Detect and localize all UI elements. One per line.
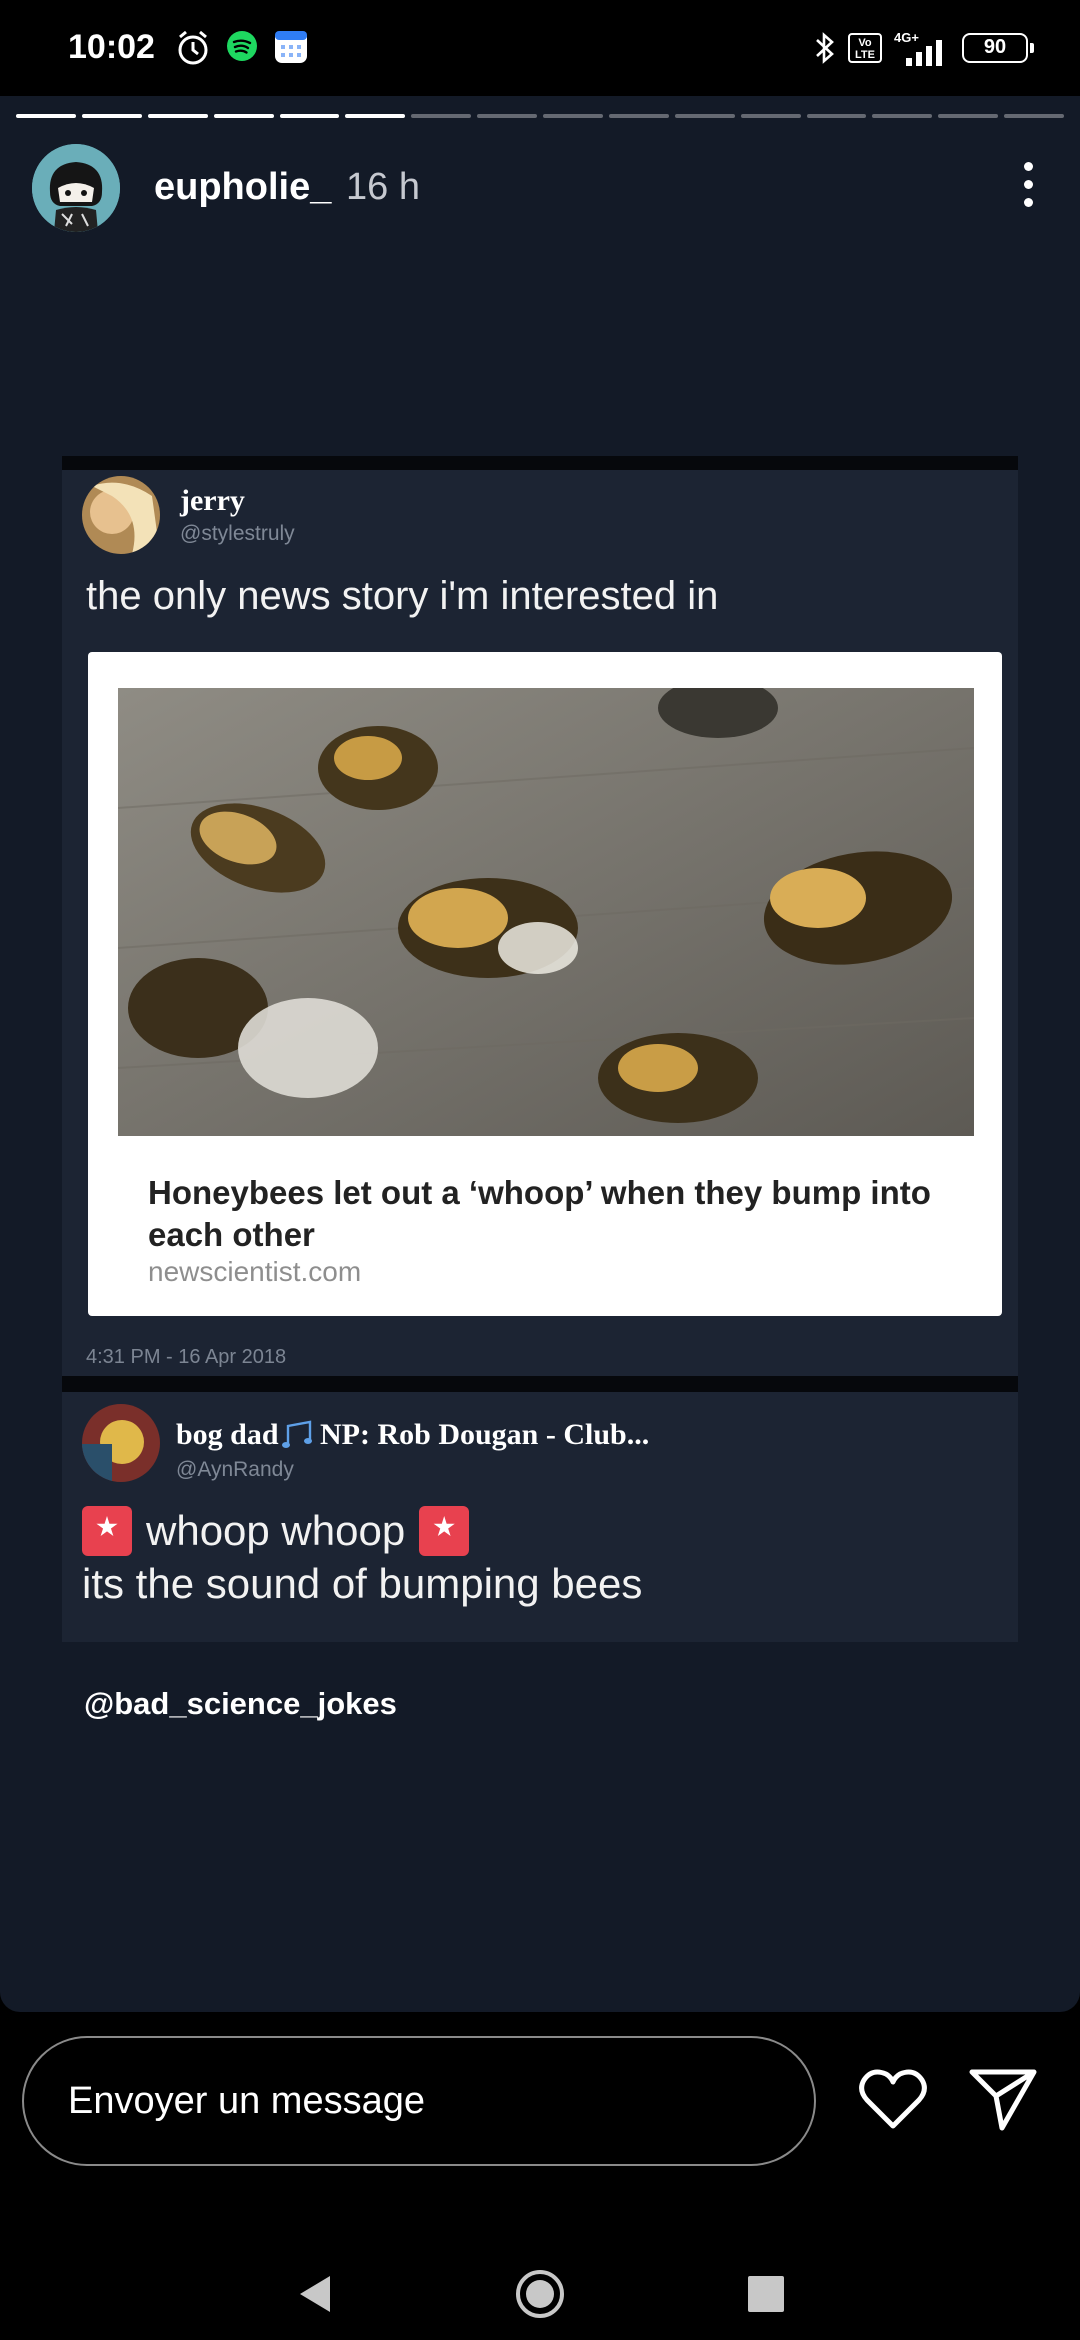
avatar-drawing: [32, 144, 120, 232]
story-progress-segment: [213, 114, 274, 118]
status-time: 10:02: [68, 28, 155, 66]
tweet-screenshot-2: bog dad NP: Rob Dougan - Club... @AynRan…: [62, 1376, 1018, 1642]
tweet-author-handle: @stylestruly: [180, 522, 295, 545]
siren-emoji-icon: [419, 1506, 470, 1556]
story-progress-segment: [543, 114, 603, 118]
story-progress-segment: [16, 114, 76, 118]
tweet-date: 4:31 PM - 16 Apr 2018: [86, 1346, 287, 1368]
story-progress-bar: [16, 114, 1064, 118]
story-username[interactable]: eupholie_: [154, 166, 331, 209]
story-time-ago: 16 h: [346, 166, 420, 208]
back-icon[interactable]: [296, 2274, 336, 2314]
story-progress-segment: [1004, 114, 1064, 118]
recent-apps-icon[interactable]: [748, 2276, 784, 2312]
tweet2-line2: its the sound of bumping bees: [82, 1560, 643, 1607]
tweet2-author-handle: @AynRandy: [176, 1458, 294, 1481]
story-progress-segment: [872, 114, 933, 118]
news-headline: Honeybees let out a ‘whoop’ when they bu…: [148, 1174, 931, 1253]
system-nav-bar: [0, 2192, 1080, 2340]
story-progress-segment: [411, 114, 472, 118]
alarm-icon: [178, 30, 208, 65]
reply-bar: [0, 2012, 1080, 2192]
signal-icon: 4G+: [894, 30, 950, 66]
story-progress-segment: [279, 114, 340, 118]
send-direct-icon[interactable]: [968, 2066, 1038, 2132]
status-right-cluster: Vo LTE 4G+ 90: [814, 28, 1034, 68]
news-photo-bees: [118, 688, 974, 1136]
tweet2-line1-row: whoop whoop: [82, 1506, 470, 1556]
story-progress-segment: [345, 114, 406, 118]
news-source: newscientist.com: [148, 1256, 362, 1287]
volte-icon: Vo LTE: [848, 33, 882, 63]
story-progress-segment: [608, 114, 669, 118]
tweet2-author-name: bog dad: [176, 1418, 279, 1451]
bluetooth-icon: [816, 32, 834, 64]
story-header: eupholie_ 16 h: [32, 144, 1048, 240]
tweet-author-name: jerry: [180, 484, 245, 517]
story-progress-segment: [674, 114, 735, 118]
tweet-avatar-jerry: [82, 476, 160, 554]
music-notes-icon: [282, 1420, 312, 1448]
volte-label: Vo LTE: [855, 37, 875, 61]
tweet-text: the only news story i'm interested in: [86, 574, 719, 618]
status-bar: 10:02 Vo LTE 4G+ 90: [0, 0, 1080, 96]
spotify-icon: [227, 31, 257, 61]
news-link-card: Honeybees let out a ‘whoop’ when they bu…: [88, 652, 1002, 1316]
mention-sticker[interactable]: @bad_science_jokes: [84, 1686, 397, 1722]
send-message-input[interactable]: [22, 2036, 816, 2166]
tweet2-line1: whoop whoop: [146, 1507, 406, 1554]
avatar[interactable]: [32, 144, 120, 232]
tweet-screenshot-1: jerry @stylestruly the only news story i…: [62, 456, 1018, 1396]
more-options-icon[interactable]: [1008, 156, 1048, 216]
battery-level: 90: [983, 36, 1007, 58]
story-progress-segment: [806, 114, 867, 118]
tweet2-now-playing: NP: Rob Dougan - Club...: [320, 1418, 650, 1451]
calendar-icon: [275, 31, 307, 63]
like-heart-icon[interactable]: [858, 2068, 928, 2132]
battery-icon: 90: [962, 33, 1034, 63]
siren-emoji-icon: [82, 1506, 132, 1556]
story-progress-segment: [477, 114, 537, 118]
story-progress-segment: [147, 114, 208, 118]
home-icon[interactable]: [514, 2268, 566, 2320]
tweet-avatar-bogdad: [82, 1404, 160, 1482]
story-viewer[interactable]: eupholie_ 16 h jerry @stylestruly the on…: [0, 96, 1080, 2012]
story-progress-segment: [938, 114, 999, 118]
story-progress-segment: [81, 114, 142, 118]
story-progress-segment: [740, 114, 801, 118]
